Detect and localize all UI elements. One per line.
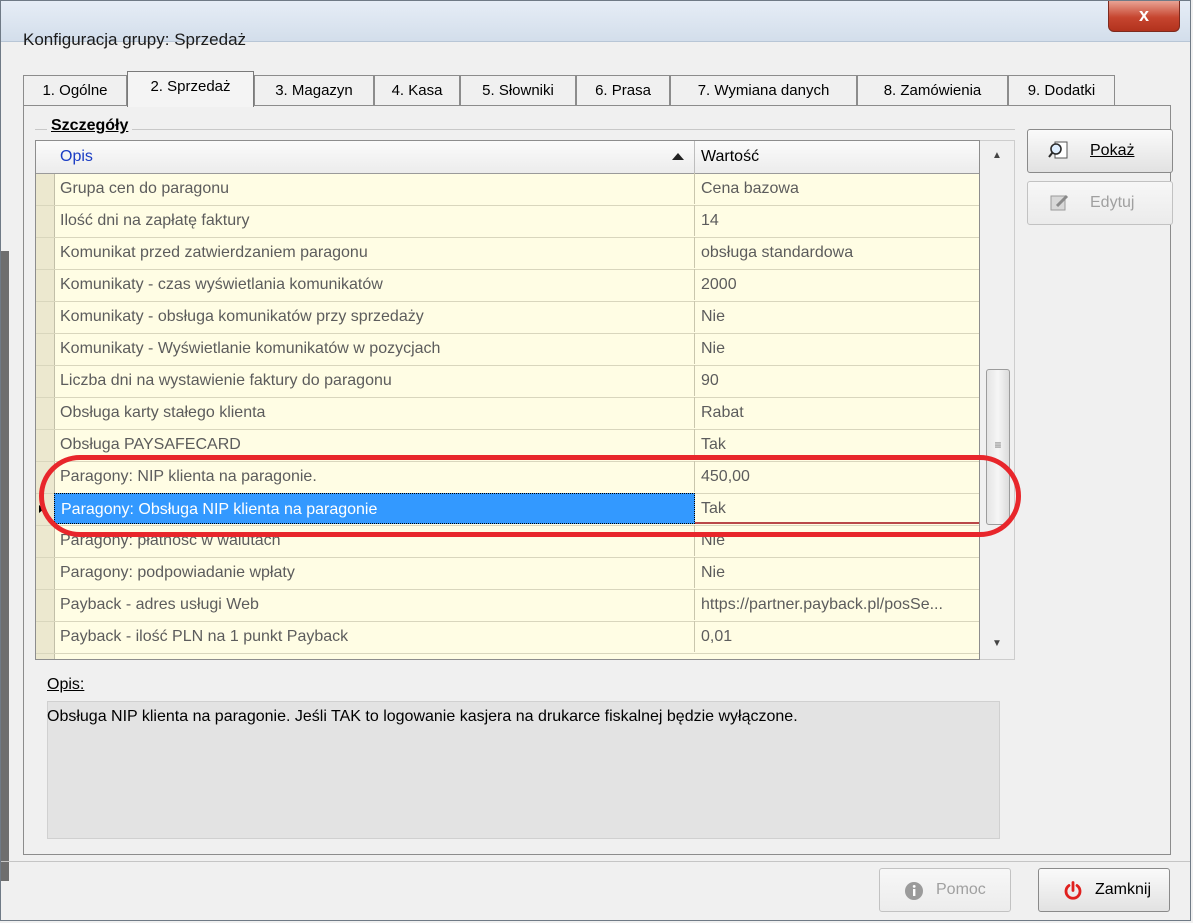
- cell-value[interactable]: Rabat: [695, 397, 979, 428]
- cell-desc[interactable]: Payback - ilość PLN na 1 punkt Payback: [54, 621, 695, 652]
- title-bar[interactable]: Konfiguracja grupy: Sprzedaż x: [1, 1, 1190, 49]
- cell-value[interactable]: Cena bazowa: [695, 173, 979, 204]
- table-row[interactable]: Paragony: podpowiadanie wpłaty Nie: [36, 557, 979, 590]
- cell-value[interactable]: 450,00: [695, 461, 979, 492]
- cell-value[interactable]: 90: [695, 365, 979, 396]
- tab-cash[interactable]: 4. Kasa: [374, 75, 460, 105]
- cell-desc[interactable]: Paragony: Obsługa NIP klienta na paragon…: [54, 493, 695, 524]
- table-row[interactable]: Komunikaty - obsługa komunikatów przy sp…: [36, 301, 979, 334]
- power-icon: [1064, 881, 1082, 900]
- edit-button-label: Edytuj: [1090, 194, 1135, 211]
- cell-desc[interactable]: Paragony: NIP klienta na paragonie.: [54, 461, 695, 492]
- cell-desc[interactable]: Komunikaty - Wyświetlanie komunikatów w …: [54, 333, 695, 364]
- cell-desc[interactable]: Grupa cen do paragonu: [54, 173, 695, 204]
- tab-addons[interactable]: 9. Dodatki: [1008, 75, 1115, 105]
- info-icon: [905, 882, 923, 900]
- scroll-down-icon[interactable]: ▼: [980, 629, 1014, 659]
- table-row[interactable]: Obsługa karty stałego klienta Rabat: [36, 397, 979, 430]
- footer-divider: [1, 861, 1190, 862]
- cell-desc[interactable]: Obsługa karty stałego klienta: [54, 397, 695, 428]
- close-window-button[interactable]: x: [1108, 1, 1180, 32]
- cell-value[interactable]: Nie: [695, 301, 979, 332]
- cell-desc[interactable]: Komunikaty - obsługa komunikatów przy sp…: [54, 301, 695, 332]
- help-button[interactable]: Pomoc: [879, 868, 1011, 912]
- grid-scrollbar[interactable]: ▲ ≡ ▼: [980, 140, 1015, 660]
- close-button[interactable]: Zamknij: [1038, 868, 1170, 912]
- column-header-value[interactable]: Wartość: [695, 141, 979, 173]
- cell-value[interactable]: 0,01: [695, 621, 979, 652]
- edit-button[interactable]: Edytuj: [1027, 181, 1173, 225]
- cell-value[interactable]: 14: [695, 205, 979, 236]
- show-button[interactable]: Pokaż: [1027, 129, 1173, 173]
- cell-value[interactable]: Nie: [695, 557, 979, 588]
- table-row[interactable]: Obsługa PAYSAFECARD Tak: [36, 429, 979, 462]
- table-row[interactable]: Payback - adres usługi Web https://partne…: [36, 589, 979, 622]
- scroll-thumb[interactable]: ≡: [986, 369, 1010, 525]
- settings-grid[interactable]: Opis Wartość Grupa cen do paragonu Cena b…: [35, 140, 980, 660]
- table-row[interactable]: Liczba dni na wystawienie faktury do par…: [36, 365, 979, 398]
- cell-desc[interactable]: Liczba dni na wystawienie faktury do par…: [54, 365, 695, 396]
- cell-value[interactable]: obsługa standardowa: [695, 237, 979, 268]
- table-row[interactable]: Paragony: NIP klienta na paragonie. 450,0…: [36, 461, 979, 494]
- close-button-label: Zamknij: [1095, 881, 1152, 898]
- table-row[interactable]: Komunikat przed zatwierdzaniem paragonu o…: [36, 237, 979, 270]
- table-row[interactable]: Ilość dni na zapłatę faktury 14: [36, 205, 979, 238]
- show-button-label: Pokaż: [1090, 142, 1135, 159]
- window-title: Konfiguracja grupy: Sprzedaż: [23, 30, 247, 49]
- details-group-label: Szczegóły: [47, 117, 133, 135]
- cell-value[interactable]: Tak: [695, 429, 979, 460]
- cell-desc[interactable]: Komunikaty - czas wyświetlania komunikat…: [54, 269, 695, 300]
- details-group-frame: [35, 129, 1015, 130]
- description-label: Opis:: [47, 676, 85, 693]
- column-header-desc-label: Opis: [60, 148, 93, 165]
- cell-desc[interactable]: Ilość dni na zapłatę faktury: [54, 205, 695, 236]
- edit-document-icon: [1050, 194, 1069, 211]
- cell-desc[interactable]: Komunikat przed zatwierdzaniem paragonu: [54, 237, 695, 268]
- tab-press[interactable]: 6. Prasa: [576, 75, 670, 105]
- description-text: Obsługa NIP klienta na paragonie. Jeśli …: [47, 708, 798, 725]
- window-edge: [1, 251, 9, 881]
- tab-data-exchange[interactable]: 7. Wymiana danych: [670, 75, 857, 105]
- table-row-selected[interactable]: Paragony: Obsługa NIP klienta na paragon…: [36, 493, 979, 526]
- cell-desc[interactable]: Payback - adres usługi Web: [54, 589, 695, 620]
- cell-value[interactable]: https://partner.payback.pl/posSe...: [695, 589, 979, 620]
- magnifier-document-icon: [1048, 141, 1068, 159]
- current-row-pointer-icon: [39, 505, 44, 513]
- help-button-label: Pomoc: [936, 881, 986, 898]
- cell-desc[interactable]: Obsługa PAYSAFECARD: [54, 429, 695, 460]
- tab-general[interactable]: 1. Ogólne: [23, 75, 127, 105]
- cell-value[interactable]: Nie: [695, 525, 979, 556]
- table-row[interactable]: Grupa cen do paragonu Cena bazowa: [36, 173, 979, 206]
- tab-dictionaries[interactable]: 5. Słowniki: [460, 75, 576, 105]
- sort-ascending-icon: [672, 153, 684, 160]
- tab-sales[interactable]: 2. Sprzedaż: [127, 71, 254, 107]
- table-row[interactable]: Paragony: płatność w walutach Nie: [36, 525, 979, 558]
- cell-value[interactable]: Tak: [695, 493, 979, 524]
- tab-orders[interactable]: 8. Zamówienia: [857, 75, 1008, 105]
- cell-value[interactable]: Nie: [695, 333, 979, 364]
- tab-warehouse[interactable]: 3. Magazyn: [254, 75, 374, 105]
- config-window: Konfiguracja grupy: Sprzedaż x 1. Ogólne…: [0, 0, 1191, 921]
- cell-desc[interactable]: Paragony: płatność w walutach: [54, 525, 695, 556]
- grid-header: Opis Wartość: [36, 141, 979, 174]
- column-header-desc[interactable]: Opis: [54, 141, 695, 173]
- table-row[interactable]: Komunikaty - Wyświetlanie komunikatów w …: [36, 333, 979, 366]
- cell-desc[interactable]: Paragony: podpowiadanie wpłaty: [54, 557, 695, 588]
- cell-value[interactable]: 2000: [695, 269, 979, 300]
- scroll-up-icon[interactable]: ▲: [980, 141, 1014, 171]
- table-row[interactable]: Komunikaty - czas wyświetlania komunikat…: [36, 269, 979, 302]
- table-row[interactable]: Payback - ilość PLN na 1 punkt Payback 0,…: [36, 621, 979, 654]
